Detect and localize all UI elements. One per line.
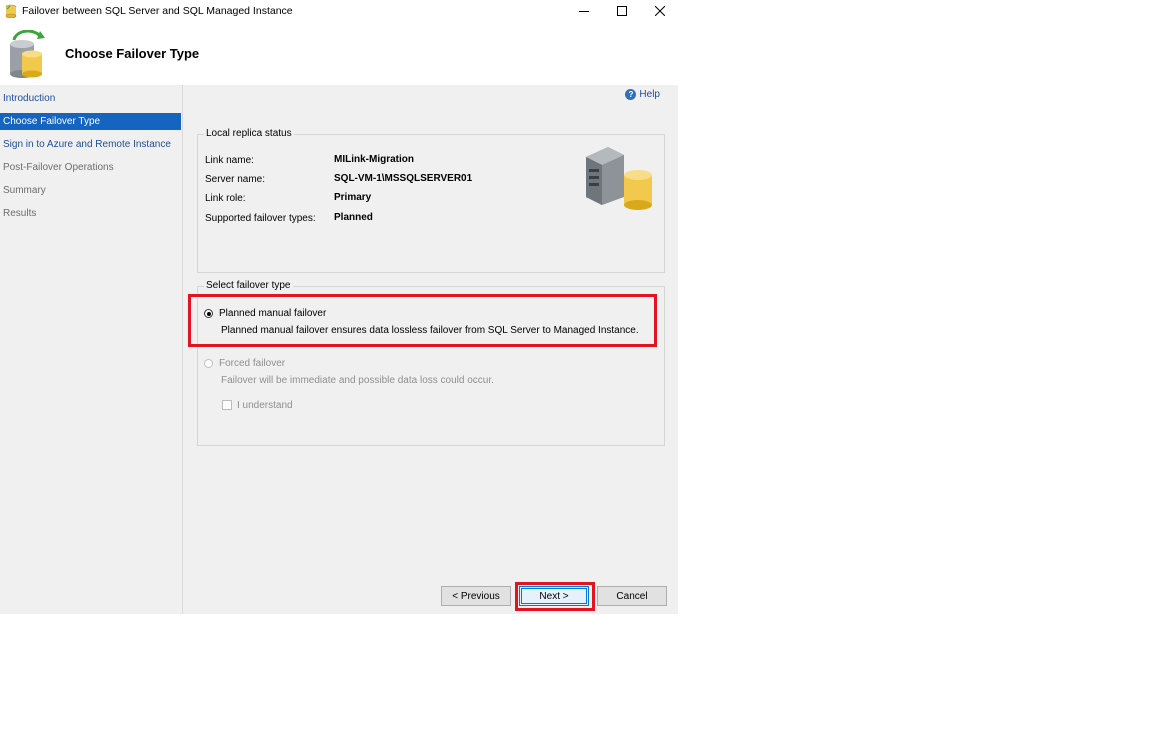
supported-types-value: Planned (334, 212, 373, 223)
wizard-sidebar: Introduction Choose Failover Type Sign i… (0, 85, 183, 614)
help-label: Help (639, 89, 660, 100)
help-link[interactable]: ? Help (625, 89, 660, 100)
i-understand-checkbox[interactable] (222, 400, 232, 410)
page-title: Choose Failover Type (65, 46, 200, 61)
wizard-main-panel: ? Help Local replica status Link name: M… (183, 85, 678, 614)
close-button[interactable] (641, 0, 679, 22)
sidebar-item-introduction[interactable]: Introduction (0, 90, 181, 107)
sidebar-item-summary: Summary (3, 185, 46, 196)
planned-failover-highlight (188, 294, 657, 347)
sidebar-item-choose-failover-type[interactable]: Choose Failover Type (0, 113, 181, 130)
server-database-icon (586, 147, 652, 210)
forced-failover-description: Failover will be immediate and possible … (221, 375, 494, 386)
previous-button[interactable]: < Previous (441, 586, 511, 606)
sidebar-item-sign-in[interactable]: Sign in to Azure and Remote Instance (0, 136, 181, 153)
maximize-button[interactable] (603, 0, 641, 22)
replica-status-group: Local replica status Link name: MILink-M… (197, 128, 665, 273)
i-understand-label[interactable]: I understand (237, 400, 293, 411)
cancel-button[interactable]: Cancel (597, 586, 667, 606)
replica-status-group-label: Local replica status (204, 128, 294, 139)
database-refresh-icon (10, 30, 45, 78)
maximize-icon (617, 6, 627, 16)
wizard-header: Choose Failover Type (0, 22, 678, 85)
link-name-value: MILink-Migration (334, 154, 414, 165)
title-bar: Failover between SQL Server and SQL Mana… (0, 0, 678, 22)
link-role-label: Link role: (205, 193, 246, 204)
help-icon: ? (625, 89, 637, 100)
forced-failover-label[interactable]: Forced failover (219, 358, 285, 369)
link-role-value: Primary (334, 192, 372, 203)
minimize-icon (579, 11, 589, 12)
wizard-window: Failover between SQL Server and SQL Mana… (0, 0, 678, 614)
link-name-label: Link name: (205, 155, 254, 166)
next-button-highlight (515, 582, 595, 611)
sidebar-item-results: Results (3, 208, 37, 219)
sidebar-item-post-failover: Post-Failover Operations (3, 162, 114, 173)
failover-type-group-label: Select failover type (204, 280, 293, 291)
window-title: Failover between SQL Server and SQL Mana… (22, 5, 293, 17)
close-icon (655, 6, 665, 16)
supported-types-label: Supported failover types: (205, 213, 316, 224)
forced-failover-radio[interactable] (204, 359, 213, 368)
app-icon (5, 4, 17, 18)
minimize-button[interactable] (565, 0, 603, 22)
server-name-value: SQL-VM-1\MSSQLSERVER01 (334, 173, 473, 184)
server-name-label: Server name: (205, 174, 266, 185)
